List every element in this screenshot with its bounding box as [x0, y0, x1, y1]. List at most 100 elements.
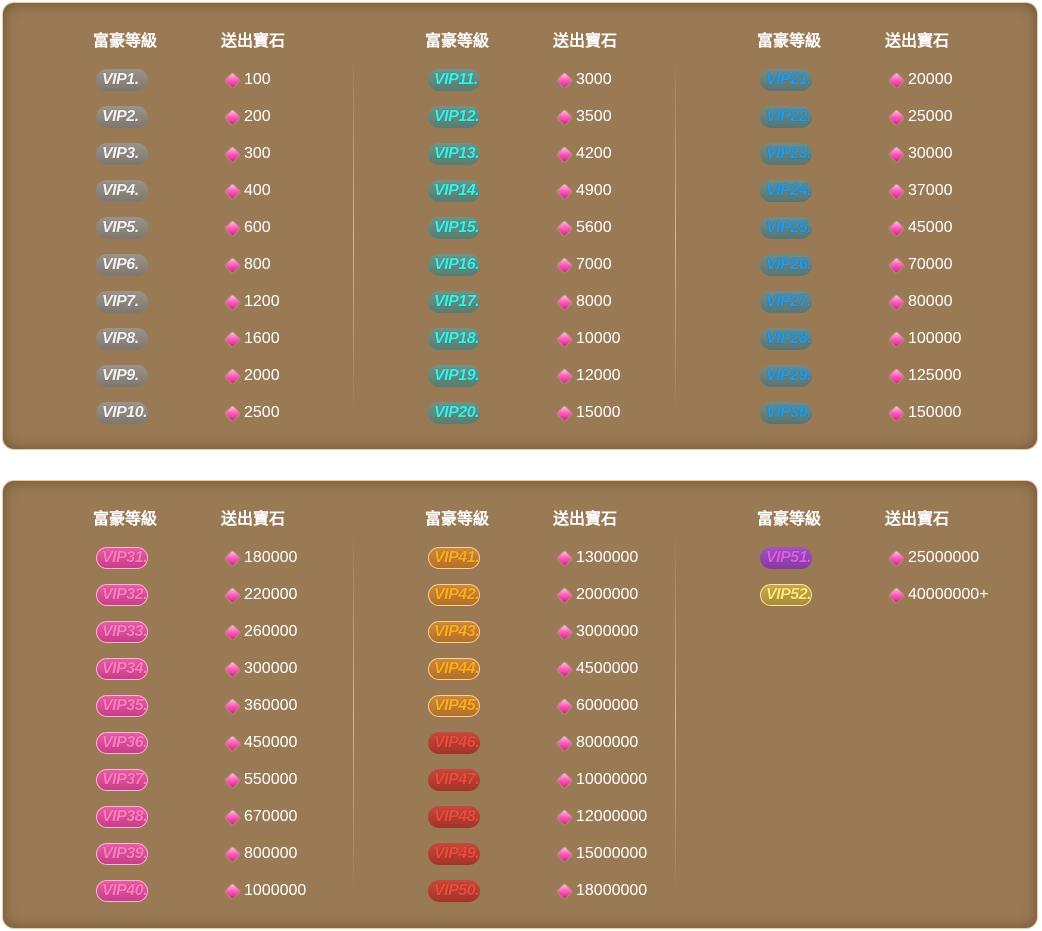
gem-icon	[556, 257, 573, 274]
vip-level-label: VIP22.	[766, 108, 812, 125]
gem-icon	[556, 109, 573, 126]
header-gems: 送出寶石	[221, 511, 286, 528]
vip-row: VIP26. 70000	[667, 250, 1012, 280]
vip-level-label: VIP8.	[102, 330, 139, 347]
gem-amount: 10000000	[576, 771, 648, 788]
gem-icon	[556, 294, 573, 311]
vip-row: VIP35. 360000	[3, 691, 348, 721]
vip-level-label: VIP28.	[766, 330, 812, 347]
header-level: 富豪等級	[425, 33, 490, 50]
vip-row: VIP41. 1300000	[335, 543, 680, 573]
gem-amount: 25000000	[908, 549, 980, 566]
gem-amount: 1200	[244, 293, 280, 310]
gem-amount: 300000	[244, 660, 298, 677]
vip-row: VIP28. 100000	[667, 324, 1012, 354]
vip-level-label: VIP52.	[766, 586, 812, 603]
gem-icon	[224, 72, 241, 89]
vip-row: VIP16. 7000	[335, 250, 680, 280]
header-gems: 送出寶石	[885, 511, 950, 528]
vip-row: VIP29. 125000	[667, 361, 1012, 391]
vip-row: VIP24. 37000	[667, 176, 1012, 206]
vip-row: VIP12. 3500	[335, 102, 680, 132]
gem-icon	[888, 257, 905, 274]
gem-icon	[224, 883, 241, 900]
vip-row: VIP36. 450000	[3, 728, 348, 758]
vip-row: VIP42. 2000000	[335, 580, 680, 610]
gem-amount: 10000	[576, 330, 621, 347]
gem-amount: 20000	[908, 71, 953, 88]
vip-row: VIP51. 25000000	[667, 543, 1012, 573]
gem-icon	[224, 809, 241, 826]
gem-icon	[888, 294, 905, 311]
vip-level-label: VIP1.	[102, 71, 139, 88]
vip-level-label: VIP34.	[102, 660, 148, 677]
vip-row: VIP13. 4200	[335, 139, 680, 169]
gem-amount: 7000	[576, 256, 612, 273]
gem-amount: 360000	[244, 697, 298, 714]
vip-row: VIP15. 5600	[335, 213, 680, 243]
gem-icon	[556, 550, 573, 567]
vip-row: VIP43. 3000000	[335, 617, 680, 647]
vip-level-label: VIP46.	[434, 734, 480, 751]
gem-icon	[556, 146, 573, 163]
gem-icon	[556, 183, 573, 200]
gem-amount: 3000	[576, 71, 612, 88]
vip-level-label: VIP17.	[434, 293, 480, 310]
gem-icon	[224, 146, 241, 163]
vip-column-2: 富豪等級 送出寶石 VIP11. 3000 VIP12. 3500 VIP13. 4200 VI…	[335, 3, 680, 449]
header-gems: 送出寶石	[221, 33, 286, 50]
gem-icon	[224, 257, 241, 274]
gem-icon	[888, 72, 905, 89]
gem-amount: 180000	[244, 549, 298, 566]
gem-icon	[224, 624, 241, 641]
gem-amount: 12000	[576, 367, 621, 384]
vip-level-label: VIP4.	[102, 182, 139, 199]
gem-amount: 150000	[908, 404, 962, 421]
vip-row: VIP47. 10000000	[335, 765, 680, 795]
vip-row: VIP32. 220000	[3, 580, 348, 610]
gem-icon	[556, 405, 573, 422]
gem-amount: 70000	[908, 256, 953, 273]
gem-amount: 4500000	[576, 660, 639, 677]
gem-icon	[556, 883, 573, 900]
vip-level-label: VIP48.	[434, 808, 480, 825]
vip-level-label: VIP18.	[434, 330, 480, 347]
vip-level-label: VIP44.	[434, 660, 480, 677]
gem-amount: 450000	[244, 734, 298, 751]
vip-level-label: VIP6.	[102, 256, 139, 273]
gem-icon	[224, 698, 241, 715]
vip-row: VIP23. 30000	[667, 139, 1012, 169]
vip-row: VIP30. 150000	[667, 398, 1012, 428]
vip-row: VIP6. 800	[3, 250, 348, 280]
gem-amount: 30000	[908, 145, 953, 162]
gem-amount: 2500	[244, 404, 280, 421]
vip-level-label: VIP35.	[102, 697, 148, 714]
vip-level-label: VIP13.	[434, 145, 480, 162]
vip-row: VIP2. 200	[3, 102, 348, 132]
vip-row: VIP20. 15000	[335, 398, 680, 428]
gem-amount: 4900	[576, 182, 612, 199]
header-gems: 送出寶石	[885, 33, 950, 50]
gem-amount: 3000000	[576, 623, 639, 640]
vip-row: VIP39. 800000	[3, 839, 348, 869]
vip-row: VIP4. 400	[3, 176, 348, 206]
vip-level-label: VIP21.	[766, 71, 812, 88]
gem-icon	[556, 698, 573, 715]
gem-amount: 600	[244, 219, 271, 236]
gem-icon	[224, 550, 241, 567]
vip-row: VIP21. 20000	[667, 65, 1012, 95]
vip-column-1: 富豪等級 送出寶石 VIP1. 100 VIP2. 200 VIP3. 300 VIP4. 400…	[3, 3, 348, 449]
vip-column-4: 富豪等級 送出寶石 VIP31. 180000 VIP32. 220000 VIP33. 26…	[3, 481, 348, 928]
vip-row: VIP44. 4500000	[335, 654, 680, 684]
gem-icon	[556, 772, 573, 789]
header-level: 富豪等級	[425, 511, 490, 528]
gem-icon	[224, 220, 241, 237]
vip-row: VIP45. 6000000	[335, 691, 680, 721]
gem-amount: 37000	[908, 182, 953, 199]
gem-icon	[556, 661, 573, 678]
vip-row: VIP7. 1200	[3, 287, 348, 317]
vip-level-label: VIP32.	[102, 586, 148, 603]
vip-row: VIP50. 18000000	[335, 876, 680, 906]
vip-level-label: VIP15.	[434, 219, 480, 236]
vip-row: VIP22. 25000	[667, 102, 1012, 132]
